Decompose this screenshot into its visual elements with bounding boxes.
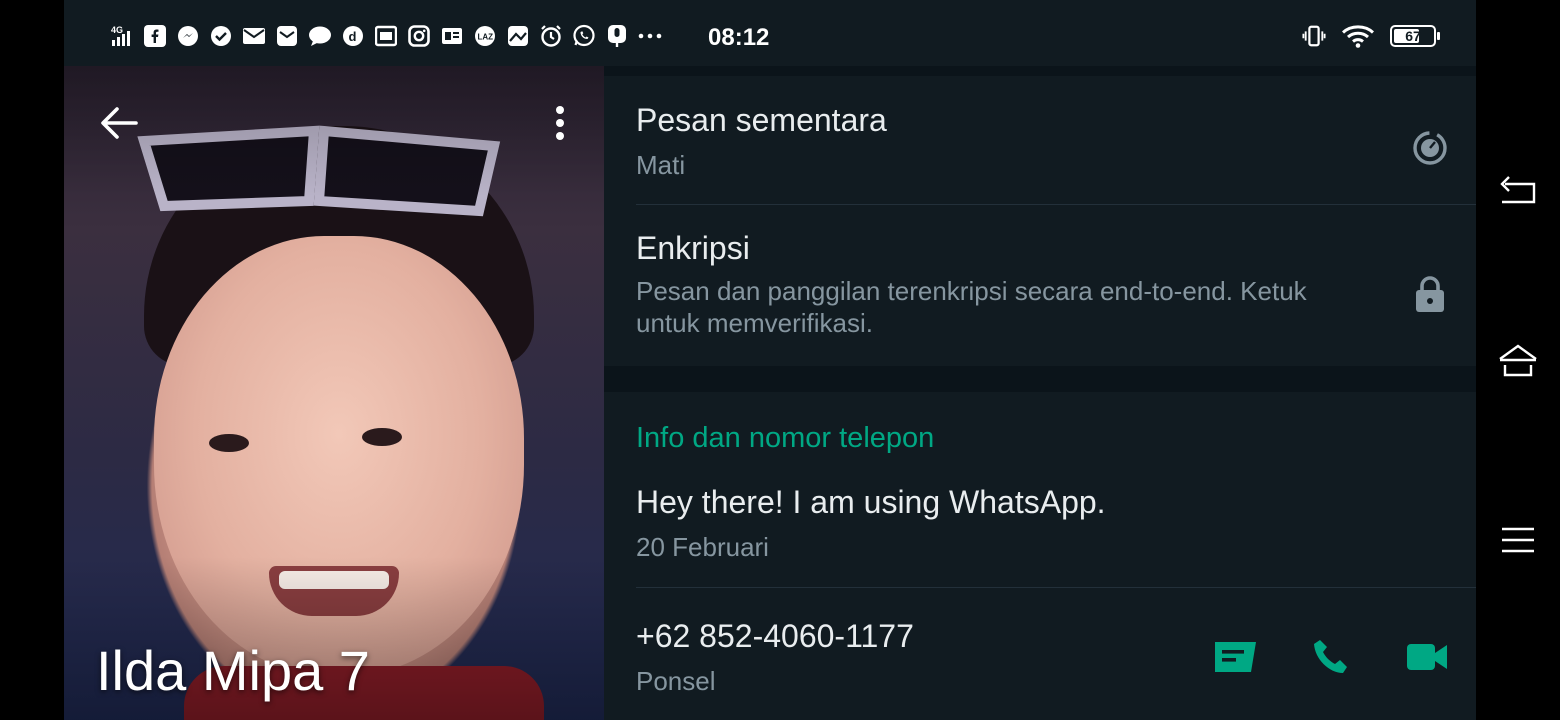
svg-text:d: d <box>349 29 357 44</box>
messenger-icon <box>176 24 200 48</box>
network-label: 4G <box>111 25 123 35</box>
system-home-button[interactable] <box>1496 338 1540 382</box>
disappearing-messages-row[interactable]: Pesan sementara Mati <box>636 102 1476 202</box>
recents-nav-icon <box>1502 527 1534 553</box>
tab-icon <box>374 24 398 48</box>
check-icon <box>209 24 233 48</box>
about-section-title: Info dan nomor telepon <box>636 422 935 454</box>
battery-percent: 67 <box>1405 28 1421 44</box>
news-icon <box>440 24 464 48</box>
battery-icon: 67 <box>1390 25 1440 47</box>
about-status-row[interactable]: Hey there! I am using WhatsApp. 20 Febru… <box>636 484 1476 564</box>
whatsapp-icon <box>572 24 596 48</box>
voice-call-button[interactable] <box>1308 634 1354 680</box>
video-call-icon <box>1407 644 1447 670</box>
more-options-button[interactable] <box>540 98 580 148</box>
divider <box>636 587 1476 588</box>
message-button[interactable] <box>1212 634 1258 680</box>
status-bar: 4G d LAZ 08:12 67 <box>64 0 1476 66</box>
map-icon <box>506 24 530 48</box>
screen-bezel <box>0 0 64 720</box>
mail-icon <box>242 24 266 48</box>
back-button[interactable] <box>94 98 144 148</box>
wifi-icon <box>1342 24 1374 48</box>
instagram-icon <box>407 24 431 48</box>
svg-text:LAZ: LAZ <box>478 33 494 42</box>
status-time: 08:12 <box>708 24 770 51</box>
about-status-date: 20 Februari <box>636 532 769 562</box>
encryption-row[interactable]: Enkripsi Pesan dan panggilan terenkripsi… <box>636 230 1476 350</box>
home-nav-icon <box>1499 344 1537 377</box>
disappearing-messages-value: Mati <box>636 150 686 180</box>
microphone-icon <box>605 24 629 48</box>
system-back-button[interactable] <box>1496 168 1540 212</box>
facebook-icon <box>143 24 167 48</box>
about-card: Info dan nomor telepon Hey there! I am u… <box>604 392 1476 720</box>
vibrate-icon <box>1302 24 1326 48</box>
contact-name: Ilda Mipa 7 <box>96 639 370 702</box>
settings-card: Pesan sementara Mati Enkripsi Pesan dan … <box>604 76 1476 366</box>
more-vert-icon <box>556 106 564 140</box>
chat-icon <box>308 24 332 48</box>
encryption-title: Enkripsi <box>636 230 750 266</box>
timer-icon <box>1410 128 1450 168</box>
lock-icon <box>1410 274 1450 314</box>
more-dots-icon <box>638 24 662 48</box>
about-status-text: Hey there! I am using WhatsApp. <box>636 484 1106 520</box>
network-signal-icon: 4G <box>110 24 134 48</box>
arrow-back-icon <box>101 107 138 139</box>
encryption-description: Pesan dan panggilan terenkripsi secara e… <box>636 276 1307 338</box>
lazada-icon: LAZ <box>473 24 497 48</box>
notification-icons: 4G d LAZ <box>110 24 662 48</box>
back-nav-icon <box>1500 176 1536 204</box>
phone-icon <box>1314 640 1347 673</box>
profile-photo[interactable]: Ilda Mipa 7 <box>64 66 604 720</box>
video-call-button[interactable] <box>1404 634 1450 680</box>
about-section-header: Info dan nomor telepon <box>636 422 1476 455</box>
divider <box>636 204 1476 205</box>
dana-icon: d <box>341 24 365 48</box>
system-status-icons: 67 <box>1302 24 1440 48</box>
mail-icon <box>275 24 299 48</box>
photo-shade <box>64 66 604 720</box>
system-navigation-bar <box>1476 0 1560 720</box>
system-recents-button[interactable] <box>1496 518 1540 562</box>
message-icon <box>1215 642 1256 672</box>
alarm-icon <box>539 24 563 48</box>
contact-info-panel: Pesan sementara Mati Enkripsi Pesan dan … <box>604 66 1476 720</box>
disappearing-messages-title: Pesan sementara <box>636 102 887 138</box>
